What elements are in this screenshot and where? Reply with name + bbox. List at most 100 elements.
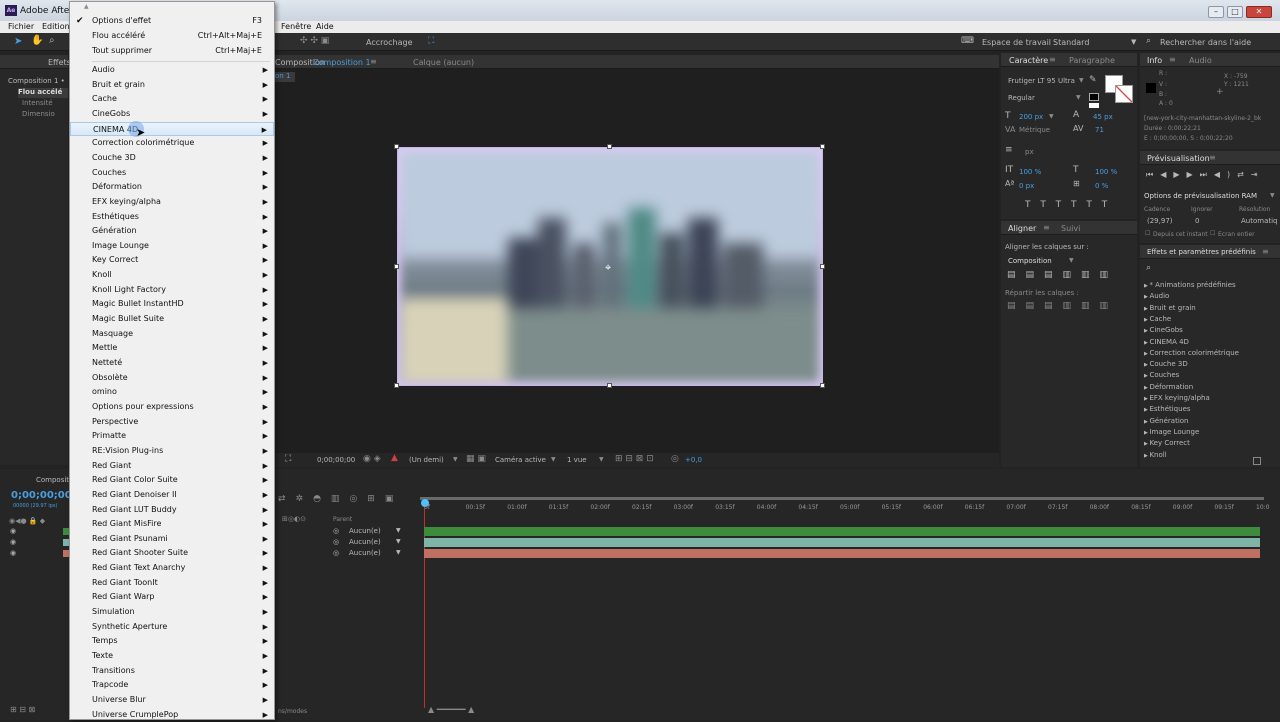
preset-folder[interactable]: ▶ Correction colorimétrique bbox=[1144, 349, 1239, 357]
menu-item[interactable]: Génération ▶ bbox=[70, 224, 274, 238]
white-swatch[interactable] bbox=[1089, 103, 1099, 108]
preset-folder[interactable]: ▶ CINEMA 4D bbox=[1144, 338, 1189, 346]
layer-duration-bar[interactable] bbox=[424, 549, 1260, 558]
menu-item[interactable]: Obsolète ▶ bbox=[70, 371, 274, 385]
menu-item[interactable]: Red Giant Shooter Suite ▶ bbox=[70, 546, 274, 560]
transform-handle[interactable] bbox=[820, 144, 825, 149]
region-icon[interactable]: ⛶ bbox=[285, 454, 291, 464]
visibility-eye-icon[interactable]: ◉ bbox=[10, 538, 16, 546]
anchor-point-icon[interactable]: ⌖ bbox=[605, 261, 611, 275]
menu-item[interactable]: Magic Bullet Suite ▶ bbox=[70, 312, 274, 326]
timeline-footer[interactable]: ns/modes bbox=[278, 708, 307, 715]
menu-item[interactable]: Universe Blur ▶ bbox=[70, 693, 274, 707]
resolution-select[interactable]: Automatiq bbox=[1241, 217, 1278, 225]
preset-folder[interactable]: ▶ * Animations prédéfinies bbox=[1144, 281, 1236, 289]
dropdown-icon[interactable]: ▼ bbox=[453, 456, 458, 463]
preset-folder[interactable]: ▶ Bruit et grain bbox=[1144, 304, 1196, 312]
parent-select[interactable]: Aucun(e) bbox=[349, 527, 381, 535]
preset-folder[interactable]: ▶ CineGobs bbox=[1144, 326, 1183, 334]
menu-fichier[interactable]: Fichier bbox=[8, 22, 34, 31]
workspace-dropdown-icon[interactable]: ▼ bbox=[1131, 38, 1136, 46]
menu-item[interactable]: Cache ▶ bbox=[70, 92, 274, 106]
distribute-buttons-icon[interactable]: ▤▤▤▥▥▥ bbox=[1007, 301, 1118, 311]
comp-name-tab[interactable]: Composition 1 bbox=[313, 58, 371, 67]
menu-item[interactable]: Knoll ▶ bbox=[70, 268, 274, 282]
tab-paragraph[interactable]: Paragraphe bbox=[1069, 56, 1115, 65]
menu-item[interactable]: Options pour expressions ▶ bbox=[70, 400, 274, 414]
menu-fenetre[interactable]: Fenêtre bbox=[281, 22, 311, 31]
timeline-timecode[interactable]: 0;00;00;00 bbox=[11, 490, 72, 501]
menu-edition[interactable]: Edition bbox=[42, 22, 70, 31]
tsume-value[interactable]: 0 % bbox=[1095, 182, 1108, 190]
menu-item[interactable]: Temps ▶ bbox=[70, 634, 274, 648]
effect-prop[interactable]: Dimensio bbox=[22, 110, 55, 118]
cadence-select[interactable]: (29,97) bbox=[1147, 217, 1173, 225]
preset-folder[interactable]: ▶ Couche 3D bbox=[1144, 360, 1188, 368]
menu-item[interactable]: Couches ▶ bbox=[70, 166, 274, 180]
menu-scroll-up-icon[interactable]: ▲ bbox=[84, 3, 89, 10]
dropdown-icon[interactable]: ▼ bbox=[1079, 77, 1084, 84]
preset-folder[interactable]: ▶ Knoll bbox=[1144, 451, 1167, 459]
timeline-tab[interactable]: Composit bbox=[36, 476, 69, 484]
menu-item[interactable]: Universe CrumplePop ▶ bbox=[70, 708, 274, 722]
transform-handle[interactable] bbox=[820, 264, 825, 269]
tab-tracker[interactable]: Suivi bbox=[1061, 224, 1080, 233]
preset-folder[interactable]: ▶ Key Correct bbox=[1144, 439, 1190, 447]
layer-duration-bar[interactable] bbox=[424, 527, 1260, 536]
dropdown-icon[interactable]: ▼ bbox=[599, 456, 604, 463]
ignore-select[interactable]: 0 bbox=[1195, 217, 1199, 225]
exposure-icon[interactable]: ◎ bbox=[671, 454, 679, 464]
font-family-select[interactable]: Frutiger LT 95 Ultra bbox=[1008, 77, 1075, 85]
visibility-eye-icon[interactable]: ◉ bbox=[10, 527, 16, 535]
panel-menu-icon[interactable]: ≡ bbox=[1209, 153, 1216, 162]
dropdown-icon[interactable]: ▼ bbox=[1069, 257, 1074, 264]
pickwhip-icon[interactable]: ◎ bbox=[333, 527, 339, 535]
menu-item[interactable]: Esthétiques ▶ bbox=[70, 210, 274, 224]
menu-item[interactable]: Tout supprimer Ctrl+Maj+E bbox=[70, 44, 274, 58]
dropdown-icon[interactable]: ▼ bbox=[551, 456, 556, 463]
transform-handle[interactable] bbox=[394, 264, 399, 269]
dropdown-icon[interactable]: ▼ bbox=[1270, 192, 1275, 199]
help-search-input[interactable]: Rechercher dans l'aide bbox=[1160, 38, 1251, 47]
menu-item[interactable]: Red Giant MisFire ▶ bbox=[70, 517, 274, 531]
dropdown-icon[interactable]: ▼ bbox=[396, 527, 401, 534]
menu-aide[interactable]: Aide bbox=[316, 22, 334, 31]
color-channel-icon[interactable]: ▲ bbox=[391, 453, 398, 463]
vertical-scale-value[interactable]: 100 % bbox=[1019, 168, 1041, 176]
menu-item[interactable]: Red Giant LUT Buddy ▶ bbox=[70, 503, 274, 517]
kerning-value[interactable]: Métrique bbox=[1019, 126, 1050, 134]
pickwhip-icon[interactable]: ◎ bbox=[333, 538, 339, 546]
workspace-select[interactable]: Standard bbox=[1053, 38, 1089, 47]
hand-tool-icon[interactable]: ✋ bbox=[31, 35, 43, 46]
black-swatch[interactable] bbox=[1089, 93, 1099, 101]
dropdown-icon[interactable]: ▼ bbox=[1049, 113, 1054, 120]
preset-folder[interactable]: ▶ Déformation bbox=[1144, 383, 1193, 391]
preset-folder[interactable]: ▶ Génération bbox=[1144, 417, 1189, 425]
camera-select[interactable]: Caméra active bbox=[495, 456, 546, 464]
comp-timecode[interactable]: 0;00;00;00 bbox=[317, 456, 355, 464]
preset-folder[interactable]: ▶ EFX keying/alpha bbox=[1144, 394, 1210, 402]
panel-menu-icon[interactable]: ≡ bbox=[1049, 55, 1056, 64]
visibility-eye-icon[interactable]: ◉ bbox=[10, 549, 16, 557]
panel-menu-icon[interactable]: ≡ bbox=[1262, 247, 1269, 256]
menu-item[interactable]: omino ▶ bbox=[70, 385, 274, 399]
menu-item[interactable]: Perspective ▶ bbox=[70, 415, 274, 429]
parent-select[interactable]: Aucun(e) bbox=[349, 549, 381, 557]
menu-item[interactable]: Netteté ▶ bbox=[70, 356, 274, 370]
preset-folder[interactable]: ▶ Couches bbox=[1144, 371, 1179, 379]
preset-folder[interactable]: ▶ Esthétiques bbox=[1144, 405, 1191, 413]
eyedropper-icon[interactable]: ✎ bbox=[1089, 75, 1097, 85]
transform-handle[interactable] bbox=[607, 144, 612, 149]
menu-item[interactable]: RE:Vision Plug-ins ▶ bbox=[70, 444, 274, 458]
menu-item[interactable]: Trapcode ▶ bbox=[70, 678, 274, 692]
font-size-value[interactable]: 200 px bbox=[1019, 113, 1043, 121]
menu-item[interactable]: Red Giant Psunami ▶ bbox=[70, 532, 274, 546]
views-select[interactable]: 1 vue bbox=[567, 456, 587, 464]
search-icon[interactable]: ⌕ bbox=[1146, 263, 1151, 273]
dropdown-icon[interactable]: ▼ bbox=[396, 549, 401, 556]
dropdown-icon[interactable]: ▼ bbox=[1076, 94, 1081, 101]
zoom-tool-icon[interactable]: ⌕ bbox=[49, 35, 55, 46]
transform-handle[interactable] bbox=[394, 144, 399, 149]
layer-switch-icons[interactable]: ◉◀● 🔒 ◆ bbox=[9, 517, 45, 525]
preset-folder[interactable]: ▶ Image Lounge bbox=[1144, 428, 1199, 436]
